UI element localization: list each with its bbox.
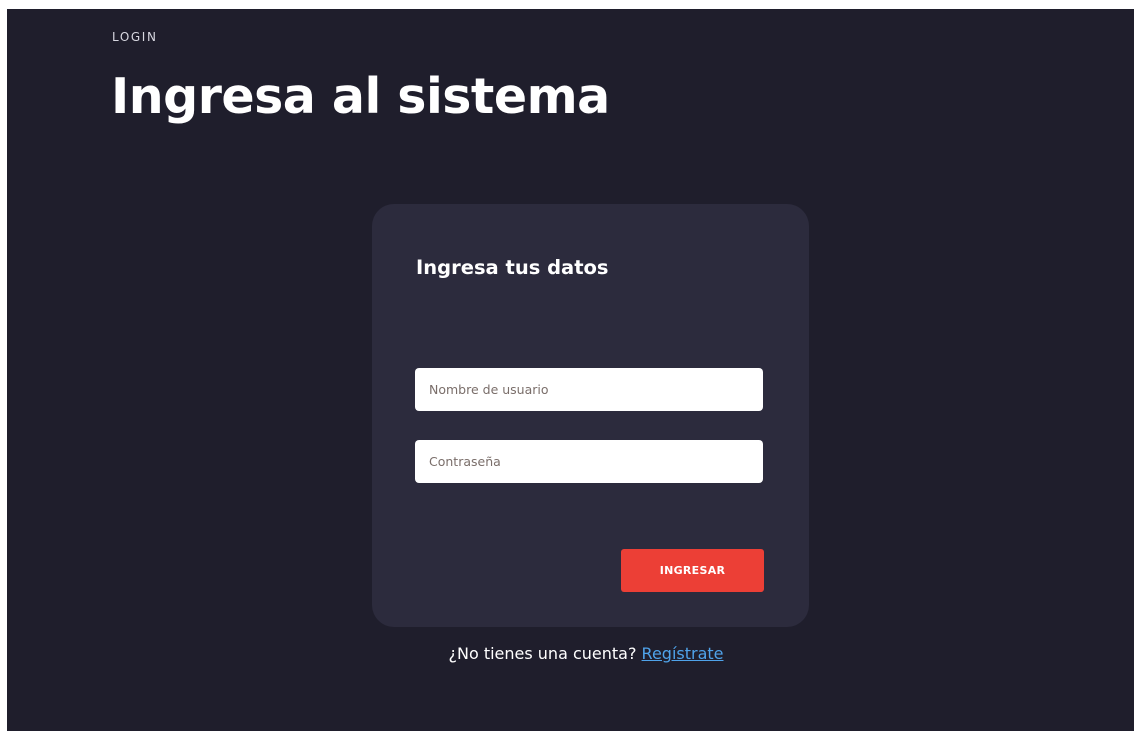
login-card: Ingresa tus datos INGRESAR <box>372 204 809 627</box>
login-page: LOGIN Ingresa al sistema Ingresa tus dat… <box>7 9 1134 731</box>
username-input[interactable] <box>415 368 763 411</box>
signup-prompt-text: ¿No tienes una cuenta? <box>448 644 637 663</box>
page-title: Ingresa al sistema <box>111 68 610 125</box>
login-button[interactable]: INGRESAR <box>621 549 764 592</box>
register-link[interactable]: Regístrate <box>642 644 724 663</box>
signup-prompt: ¿No tienes una cuenta? Regístrate <box>0 644 1134 663</box>
page-eyebrow: LOGIN <box>112 30 158 44</box>
password-input[interactable] <box>415 440 763 483</box>
card-title: Ingresa tus datos <box>416 256 609 279</box>
